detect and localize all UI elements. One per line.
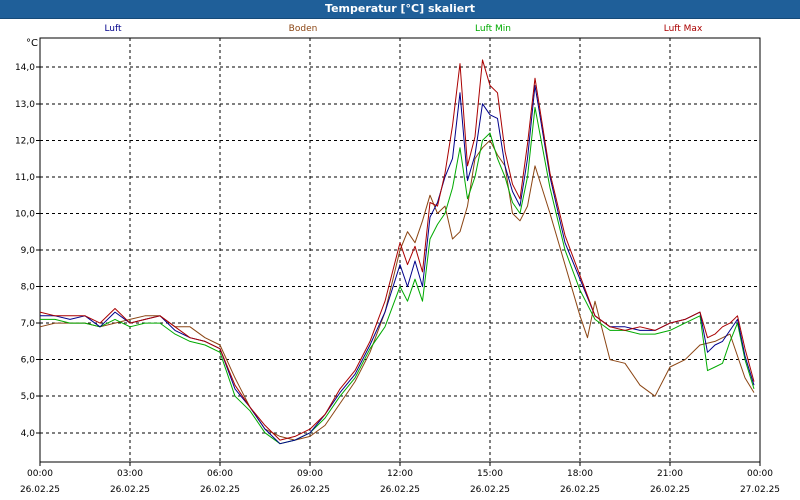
chart-window: Temperatur [°C] skaliert Luft Boden Luft… xyxy=(0,0,800,500)
y-tick-label: 8,0 xyxy=(21,283,36,293)
y-tick-label: 14,0 xyxy=(15,63,35,73)
x-tick-label-date: 26.02.25 xyxy=(380,485,420,495)
x-tick-label-time: 18:00 xyxy=(567,469,593,479)
line-chart: 4,0 5,0 6,0 7,0 8,0 9,0 10,0 11,0 12,0 13,0 14,0 00… xyxy=(15,37,780,495)
y-tick-label: 7,0 xyxy=(21,319,36,329)
x-tick-label-time: 15:00 xyxy=(477,469,503,479)
y-tick-label: 9,0 xyxy=(21,246,36,256)
y-tick-label: 4,0 xyxy=(21,429,36,439)
y-tick-label: 5,0 xyxy=(21,392,36,402)
x-tick-label-date: 26.02.25 xyxy=(560,485,600,495)
chart-title: Temperatur [°C] skaliert xyxy=(325,2,475,15)
x-tick-label-date: 26.02.25 xyxy=(650,485,690,495)
title-bar: Temperatur [°C] skaliert xyxy=(0,0,800,19)
x-tick-label-date: 27.02.25 xyxy=(740,485,780,495)
y-tick-label: 6,0 xyxy=(21,356,36,366)
x-tick-label-date: 26.02.25 xyxy=(20,485,60,495)
x-tick-label-date: 26.02.25 xyxy=(200,485,240,495)
x-tick-label-time: 03:00 xyxy=(117,469,143,479)
x-tick-label-date: 26.02.25 xyxy=(290,485,330,495)
y-tick-label: 10,0 xyxy=(15,209,35,219)
y-tick-label: 12,0 xyxy=(15,136,35,146)
y-tick-label: 11,0 xyxy=(15,173,35,183)
x-tick-label-time: 21:00 xyxy=(657,469,683,479)
y-tick-label: 13,0 xyxy=(15,100,35,110)
x-tick-label-time: 12:00 xyxy=(387,469,413,479)
x-tick-label-time: 00:00 xyxy=(27,469,53,479)
x-tick-label-time: 06:00 xyxy=(207,469,233,479)
x-tick-label-date: 26.02.25 xyxy=(110,485,150,495)
x-tick-label-time: 09:00 xyxy=(297,469,323,479)
x-tick-label-time: 00:00 xyxy=(747,469,773,479)
x-tick-label-date: 26.02.25 xyxy=(470,485,510,495)
